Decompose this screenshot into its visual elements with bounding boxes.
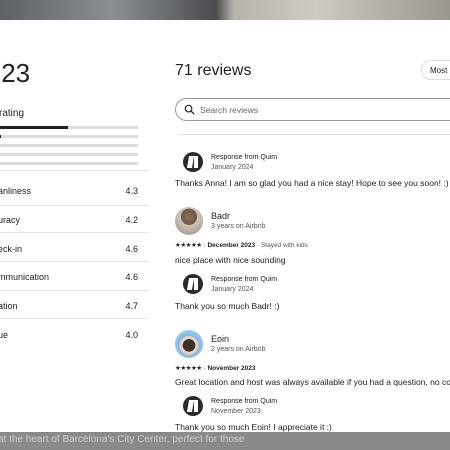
reviews-title: 71 reviews	[175, 62, 252, 79]
response-date: November 2023	[211, 408, 261, 415]
listing-photos-backdrop	[0, 0, 450, 20]
search-placeholder: Search reviews	[200, 105, 259, 115]
category-divider	[0, 261, 148, 262]
avatar[interactable]	[175, 207, 203, 235]
response-date: January 2024	[211, 286, 254, 293]
category-label: ue	[0, 330, 9, 340]
response-text: Thank you so much Badr! :)	[175, 301, 280, 311]
review-text: nice place with nice sounding	[175, 255, 286, 265]
category-label: anliness	[0, 186, 32, 196]
rating-bar	[0, 144, 138, 147]
reviewer-name: Badr	[211, 211, 231, 221]
reviewer-tenure: 2 years on Airbnb	[211, 346, 266, 353]
response-from: Response from Quim	[211, 154, 278, 161]
response-text: Thank you so much Eoin! I appreciate it …	[175, 422, 332, 432]
review-meta: ★★★★★ · December 2023 · Stayed with kids	[175, 242, 308, 249]
avatar[interactable]	[175, 330, 203, 358]
listing-description-text: at the heart of Barcelona's City Center,…	[0, 434, 245, 445]
category-score: 4.7	[125, 301, 138, 311]
rating-distribution	[0, 126, 138, 171]
category-divider	[0, 290, 148, 291]
category-divider	[0, 318, 148, 319]
category-score: 4.6	[125, 272, 138, 282]
reviewer-tenure: 3 years on Airbnb	[211, 223, 266, 230]
search-icon	[184, 104, 195, 115]
category-label: eck-in	[0, 244, 23, 254]
rating-bar-fill	[0, 126, 68, 129]
category-score: 4.3	[125, 186, 138, 196]
rating-bar-fill	[0, 135, 1, 138]
reviewer-name: Eoin	[211, 334, 230, 344]
review-meta: ★★★★★ · November 2023	[175, 365, 256, 372]
search-reviews-field[interactable]: Search reviews	[175, 98, 450, 121]
response-date: January 2024	[211, 164, 254, 171]
star-rating-icon: ★★★★★	[175, 242, 202, 249]
category-label: ation	[0, 301, 18, 311]
rating-bar	[0, 153, 138, 156]
category-divider	[0, 170, 148, 171]
category-score: 4.0	[125, 330, 138, 340]
host-avatar	[183, 152, 203, 172]
sort-dropdown[interactable]: Most r	[421, 60, 450, 80]
category-label: uracy	[0, 215, 21, 225]
reviews-modal: .23 rating anliness 4.3 uracy 4.2 eck-in…	[0, 20, 450, 432]
star-rating-icon: ★★★★★	[175, 365, 202, 372]
category-divider	[0, 205, 148, 206]
category-label: mmunication	[0, 272, 50, 282]
overall-rating-label: rating	[0, 108, 25, 119]
stay-detail: Stayed with kids	[260, 242, 308, 249]
host-avatar	[183, 274, 203, 294]
overall-rating-value: .23	[0, 58, 31, 88]
review-text: Great location and host was always avail…	[175, 377, 450, 387]
category-score: 4.2	[125, 215, 138, 225]
rating-bar	[0, 162, 138, 165]
response-from: Response from Quim	[211, 276, 278, 283]
category-divider	[0, 232, 148, 233]
rating-bar	[0, 135, 138, 138]
review-date: December 2023	[207, 242, 256, 249]
category-score: 4.6	[125, 244, 138, 254]
review-date: November 2023	[207, 365, 256, 372]
scroll-divider	[178, 134, 450, 135]
rating-bar	[0, 126, 138, 129]
response-from: Response from Quim	[211, 398, 278, 405]
response-text: Thanks Anna! I am so glad you had a nice…	[175, 178, 449, 188]
host-avatar	[183, 396, 203, 416]
